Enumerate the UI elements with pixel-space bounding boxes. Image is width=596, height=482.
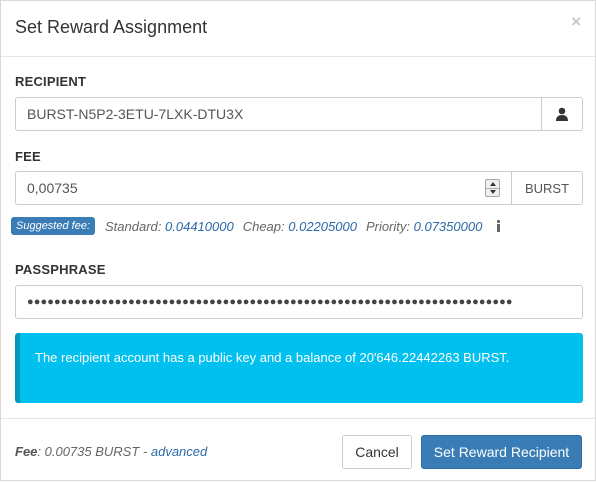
suggested-fee-row: Suggested fee: Standard: 0.04410000 Chea…	[11, 217, 502, 235]
advanced-link[interactable]: advanced	[151, 444, 207, 459]
fee-cheap-label: Cheap:	[242, 218, 285, 234]
fee-standard-link[interactable]: 0.04410000	[165, 219, 234, 234]
fee-cheap-link[interactable]: 0.02205000	[288, 219, 357, 234]
footer-fee-text: : 0.00735 BURST -	[37, 444, 151, 459]
select-contact-button[interactable]	[542, 97, 583, 131]
fee-input[interactable]: 0,00735	[15, 171, 512, 205]
fee-priority-label: Priority:	[365, 218, 410, 234]
recipient-input[interactable]: BURST-N5P2-3ETU-7LXK-DTU3X	[15, 97, 542, 131]
fee-priority: Priority: 0.07350000	[366, 219, 482, 234]
user-icon	[556, 107, 568, 121]
fee-input-group: 0,00735 BURST	[15, 171, 583, 205]
fee-unit: BURST	[512, 171, 583, 205]
fee-cheap: Cheap: 0.02205000	[243, 219, 357, 234]
modal-title: Set Reward Assignment	[15, 17, 208, 37]
set-reward-recipient-button[interactable]: Set Reward Recipient	[421, 435, 582, 469]
set-reward-assignment-modal: Set Reward Assignment × RECIPIENT BURST-…	[0, 0, 596, 481]
suggested-fee-badge: Suggested fee:	[11, 217, 96, 235]
recipient-label: RECIPIENT	[15, 74, 87, 89]
passphrase-input[interactable]: ●●●●●●●●●●●●●●●●●●●●●●●●●●●●●●●●●●●●●●●●…	[15, 285, 583, 319]
recipient-input-group: BURST-N5P2-3ETU-7LXK-DTU3X	[15, 97, 583, 131]
stepper-down-icon[interactable]	[486, 189, 499, 197]
info-icon[interactable]	[494, 220, 502, 232]
fee-standard-label: Standard:	[105, 218, 162, 234]
fee-priority-link[interactable]: 0.07350000	[414, 219, 483, 234]
footer-fee-label: Fee	[15, 444, 38, 459]
modal-header: Set Reward Assignment ×	[1, 1, 595, 57]
modal-footer: Fee: 0.00735 BURST - advanced Cancel Set…	[1, 418, 595, 482]
passphrase-label: PASSPHRASE	[15, 262, 106, 277]
recipient-info-alert: The recipient account has a public key a…	[15, 333, 583, 403]
fee-standard: Standard: 0.04410000	[105, 219, 234, 234]
fee-stepper[interactable]	[485, 179, 500, 197]
footer-fee-summary: Fee: 0.00735 BURST - advanced	[15, 444, 207, 459]
fee-value: 0,00735	[27, 180, 78, 196]
stepper-up-icon[interactable]	[486, 180, 499, 189]
fee-label: FEE	[15, 149, 41, 164]
close-icon[interactable]: ×	[571, 13, 581, 30]
cancel-button[interactable]: Cancel	[342, 435, 412, 469]
